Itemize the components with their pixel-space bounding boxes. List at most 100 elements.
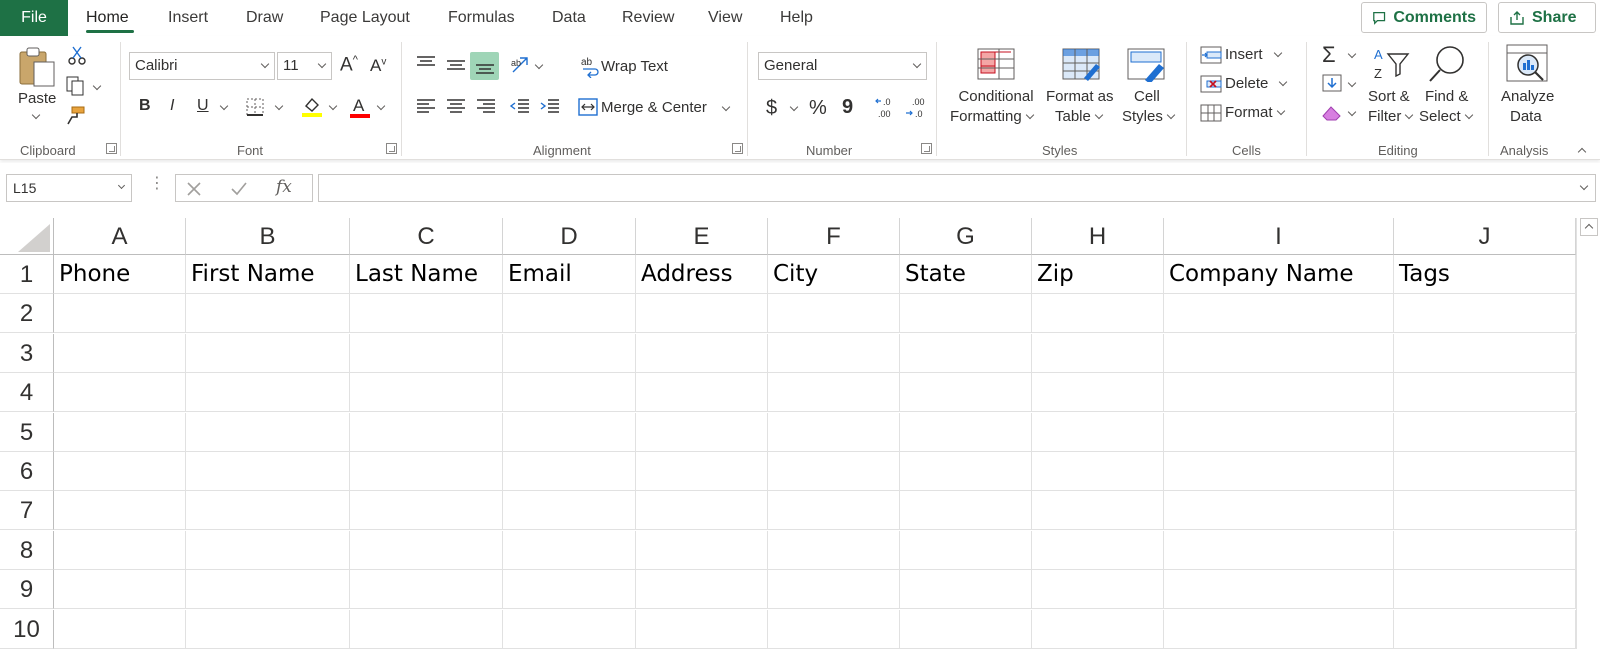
cell-i3[interactable] [1164,334,1394,373]
cell-f10[interactable] [768,610,900,649]
cell-d4[interactable] [503,373,636,412]
cell-j8[interactable] [1394,531,1576,570]
cell-c7[interactable] [350,491,503,530]
sort-filter-button[interactable]: Filter [1368,108,1414,125]
percent-button[interactable]: % [809,97,827,120]
insert-function-button[interactable]: fx [276,177,292,197]
cell-e7[interactable] [636,491,768,530]
cell-i9[interactable] [1164,570,1394,609]
row-header-1[interactable]: 1 [0,255,54,294]
cell-a7[interactable] [54,491,186,530]
cell-d2[interactable] [503,294,636,333]
cell-g4[interactable] [900,373,1032,412]
number-format-select[interactable]: General [758,52,927,80]
cell-a9[interactable] [54,570,186,609]
cell-c6[interactable] [350,452,503,491]
font-size-select[interactable]: 11 [277,52,332,80]
cell-b1[interactable]: First Name [186,255,350,294]
cell-g10[interactable] [900,610,1032,649]
cell-e5[interactable] [636,413,768,452]
cell-d7[interactable] [503,491,636,530]
share-button[interactable]: Share [1498,2,1596,33]
cell-f9[interactable] [768,570,900,609]
cell-c10[interactable] [350,610,503,649]
paste-button[interactable]: Paste [18,90,56,107]
tab-help[interactable]: Help [780,9,813,27]
cell-h7[interactable] [1032,491,1164,530]
column-header-c[interactable]: C [350,218,503,255]
cell-h2[interactable] [1032,294,1164,333]
cell-b8[interactable] [186,531,350,570]
italic-button[interactable]: I [170,97,174,115]
cell-g3[interactable] [900,334,1032,373]
row-header-7[interactable]: 7 [0,491,54,530]
cell-j3[interactable] [1394,334,1576,373]
cell-a2[interactable] [54,294,186,333]
comma-style-button[interactable]: 9 [842,96,853,119]
find-select-button[interactable]: Select [1419,108,1473,125]
cell-g1[interactable]: State [900,255,1032,294]
cell-i8[interactable] [1164,531,1394,570]
cell-b7[interactable] [186,491,350,530]
cell-b6[interactable] [186,452,350,491]
cell-e10[interactable] [636,610,768,649]
font-launcher-icon[interactable] [386,143,397,154]
cell-j9[interactable] [1394,570,1576,609]
tab-formulas[interactable]: Formulas [448,9,515,27]
cell-b10[interactable] [186,610,350,649]
cell-a5[interactable] [54,413,186,452]
cell-i4[interactable] [1164,373,1394,412]
comments-button[interactable]: Comments [1361,2,1487,33]
format-as-table-button[interactable]: Table [1055,108,1104,125]
cell-d3[interactable] [503,334,636,373]
cancel-icon[interactable] [186,181,202,197]
cell-d8[interactable] [503,531,636,570]
column-header-d[interactable]: D [503,218,636,255]
align-center-icon[interactable] [446,99,466,115]
number-launcher-icon[interactable] [921,143,932,154]
format-cells-button[interactable]: Format [1225,104,1285,121]
orientation-icon[interactable]: ab [510,55,532,75]
cell-c4[interactable] [350,373,503,412]
clear-icon[interactable] [1321,104,1343,122]
cell-b9[interactable] [186,570,350,609]
expand-formula-bar-icon[interactable] [1579,181,1589,191]
clipboard-launcher-icon[interactable] [106,143,117,154]
cell-a10[interactable] [54,610,186,649]
decrease-decimal-icon[interactable]: .00.0 [904,96,930,120]
bold-button[interactable]: B [139,97,151,115]
cell-i7[interactable] [1164,491,1394,530]
cell-g5[interactable] [900,413,1032,452]
underline-button[interactable]: U [197,97,209,115]
tab-view[interactable]: View [708,9,742,27]
cell-i1[interactable]: Company Name [1164,255,1394,294]
cell-h8[interactable] [1032,531,1164,570]
cell-e9[interactable] [636,570,768,609]
cell-j5[interactable] [1394,413,1576,452]
cell-i10[interactable] [1164,610,1394,649]
fill-icon[interactable] [1322,74,1342,92]
fill-color-icon[interactable] [301,96,323,118]
cell-j7[interactable] [1394,491,1576,530]
cell-e3[interactable] [636,334,768,373]
decrease-indent-icon[interactable] [510,99,530,115]
cell-c3[interactable] [350,334,503,373]
cell-a4[interactable] [54,373,186,412]
row-header-9[interactable]: 9 [0,570,54,609]
alignment-launcher-icon[interactable] [732,143,743,154]
cell-d10[interactable] [503,610,636,649]
cell-j1[interactable]: Tags [1394,255,1576,294]
column-header-i[interactable]: I [1164,218,1394,255]
cell-h3[interactable] [1032,334,1164,373]
cell-c8[interactable] [350,531,503,570]
row-header-2[interactable]: 2 [0,294,54,333]
copy-icon[interactable] [66,76,88,96]
formula-bar-grip-icon[interactable]: ⋮ [149,176,165,192]
tab-insert[interactable]: Insert [168,9,208,27]
cell-j6[interactable] [1394,452,1576,491]
name-box[interactable]: L15 [6,174,132,202]
cell-e4[interactable] [636,373,768,412]
row-header-6[interactable]: 6 [0,452,54,491]
font-family-select[interactable]: Calibri [129,52,275,80]
analyze-data-button[interactable]: Data [1510,108,1542,125]
